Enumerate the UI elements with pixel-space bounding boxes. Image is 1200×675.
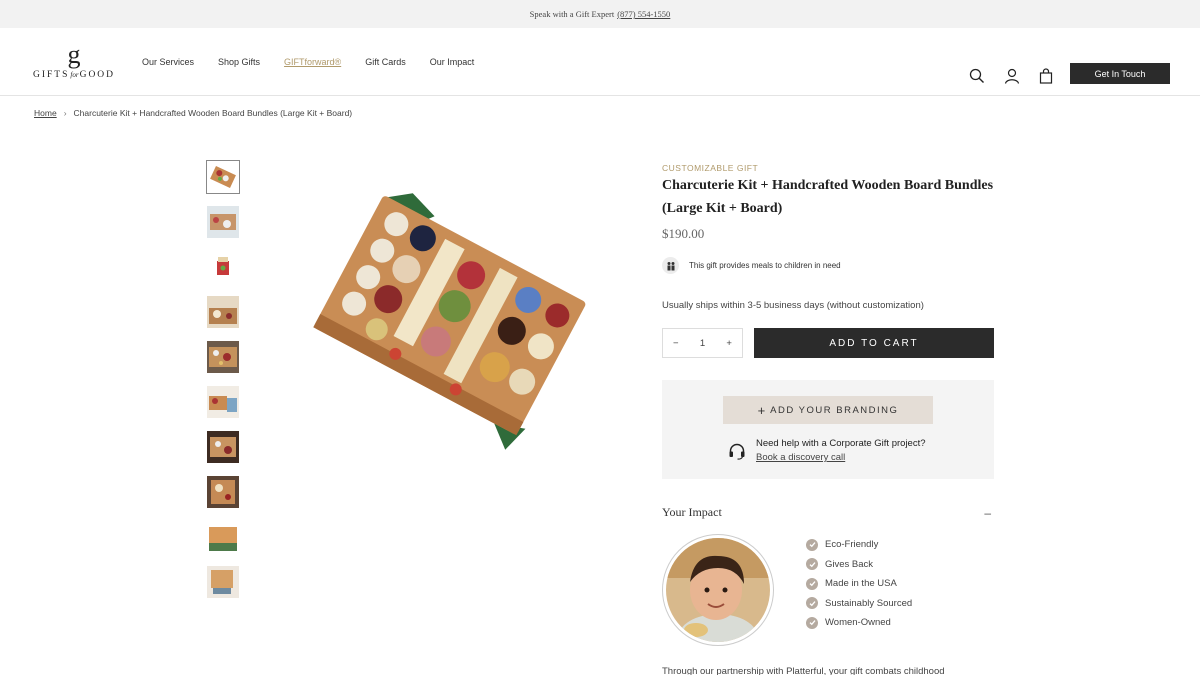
child-portrait — [662, 534, 774, 662]
announcement-text: Speak with a Gift Expert — [529, 9, 615, 19]
gifts-for-good-logo[interactable]: g GIFTSforGOOD — [33, 42, 115, 84]
book-discovery-call-link[interactable]: Book a discovery call — [756, 451, 926, 465]
account-icon[interactable] — [1004, 68, 1020, 84]
qty-increase-button[interactable]: + — [726, 338, 732, 349]
product-price: $190.00 — [662, 226, 705, 241]
partner-description: Through our partnership with Platterful,… — [662, 666, 945, 675]
check-circle-icon — [806, 538, 818, 551]
quantity-stepper: − 1 + — [662, 328, 743, 358]
impact-title: Your Impact — [662, 505, 722, 519]
product-thumbnail[interactable] — [206, 565, 240, 599]
product-title-line1: Charcuterie Kit + Handcrafted Wooden Boa… — [662, 178, 994, 193]
product-thumbnail[interactable] — [206, 205, 240, 239]
product-thumbnail[interactable] — [206, 475, 240, 509]
product-thumbnail[interactable] — [206, 340, 240, 374]
product-eyebrow: CUSTOMIZABLE GIFT — [662, 163, 759, 173]
branding-panel: + ADD YOUR BRANDING Need help with a Cor… — [662, 380, 994, 479]
breadcrumb: Home › Charcuterie Kit + Handcrafted Woo… — [34, 108, 352, 118]
impact-feature: Sustainably Sourced — [806, 594, 912, 614]
impact-feature: Eco-Friendly — [806, 535, 912, 555]
impact-feature-label: Women-Owned — [825, 617, 891, 629]
product-thumbnail[interactable] — [206, 160, 240, 194]
breadcrumb-current: Charcuterie Kit + Handcrafted Wooden Boa… — [73, 108, 353, 118]
logo-word-left: GIFTS — [33, 70, 70, 80]
logo-wordmark: GIFTSforGOOD — [33, 70, 115, 80]
logo-word-middle: for — [70, 71, 79, 79]
shopping-bag-icon[interactable] — [1038, 68, 1054, 84]
main-product-image[interactable] — [300, 180, 600, 450]
logo-word-right: GOOD — [79, 70, 116, 80]
site-header: g GIFTSforGOOD Our Services Shop Gifts G… — [0, 28, 1200, 96]
impact-feature: Made in the USA — [806, 574, 912, 594]
children-icon — [662, 257, 679, 274]
logo-letter: g — [67, 40, 81, 69]
meals-text: This gift provides meals to children in … — [689, 261, 841, 270]
thumbnail-gallery — [206, 160, 242, 610]
help-question: Need help with a Corporate Gift project? — [756, 438, 926, 449]
impact-feature-label: Sustainably Sourced — [825, 597, 913, 609]
collapse-icon[interactable]: – — [984, 506, 991, 520]
product-thumbnail[interactable] — [206, 250, 240, 284]
impact-feature-label: Eco-Friendly — [825, 539, 879, 551]
product-thumbnail[interactable] — [206, 520, 240, 554]
impact-feature: Gives Back — [806, 555, 912, 575]
qty-decrease-button[interactable]: − — [673, 338, 679, 349]
purchase-row: − 1 + ADD TO CART — [662, 328, 994, 358]
product-thumbnail[interactable] — [206, 295, 240, 329]
product-title: Charcuterie Kit + Handcrafted Wooden Boa… — [662, 174, 994, 220]
impact-feature-label: Made in the USA — [825, 578, 897, 590]
check-circle-icon — [806, 558, 818, 571]
impact-feature-label: Gives Back — [825, 558, 874, 570]
qty-value[interactable]: 1 — [700, 338, 705, 349]
help-text-block: Need help with a Corporate Gift project?… — [756, 437, 926, 465]
breadcrumb-home-link[interactable]: Home — [34, 108, 57, 118]
impact-content: Eco-Friendly Gives Back Made in the USA … — [662, 534, 994, 662]
nav-shop-gifts[interactable]: Shop Gifts — [218, 57, 260, 67]
plus-icon: + — [757, 402, 766, 418]
impact-accordion-header[interactable]: Your Impact – — [662, 505, 994, 520]
impact-feature: Women-Owned — [806, 613, 912, 633]
phone-link[interactable]: (877) 554-1550 — [617, 9, 670, 19]
check-circle-icon — [806, 616, 818, 629]
impact-features: Eco-Friendly Gives Back Made in the USA … — [806, 535, 912, 633]
nav-gift-cards[interactable]: Gift Cards — [365, 57, 406, 67]
add-to-cart-button[interactable]: ADD TO CART — [754, 328, 994, 358]
nav-our-impact[interactable]: Our Impact — [430, 57, 475, 67]
main-nav: Our Services Shop Gifts GIFTforward® Gif… — [142, 28, 498, 96]
corporate-help: Need help with a Corporate Gift project?… — [728, 437, 926, 465]
add-branding-button[interactable]: + ADD YOUR BRANDING — [723, 396, 933, 424]
breadcrumb-separator: › — [63, 108, 67, 118]
check-circle-icon — [806, 577, 818, 590]
headset-icon — [728, 442, 746, 460]
product-title-line2: (Large Kit + Board) — [662, 201, 783, 216]
nav-giftforward[interactable]: GIFTforward® — [284, 57, 341, 67]
check-circle-icon — [806, 597, 818, 610]
meals-notice: This gift provides meals to children in … — [662, 257, 994, 274]
product-thumbnail[interactable] — [206, 430, 240, 464]
get-in-touch-button[interactable]: Get In Touch — [1070, 63, 1170, 84]
search-icon[interactable] — [969, 68, 985, 84]
nav-our-services[interactable]: Our Services — [142, 57, 194, 67]
announcement-bar: Speak with a Gift Expert (877) 554-1550 — [0, 0, 1200, 28]
add-branding-label: ADD YOUR BRANDING — [770, 404, 899, 416]
product-thumbnail[interactable] — [206, 385, 240, 419]
shipping-info: Usually ships within 3-5 business days (… — [662, 300, 924, 311]
product-info: CUSTOMIZABLE GIFT Charcuterie Kit + Hand… — [662, 160, 994, 662]
